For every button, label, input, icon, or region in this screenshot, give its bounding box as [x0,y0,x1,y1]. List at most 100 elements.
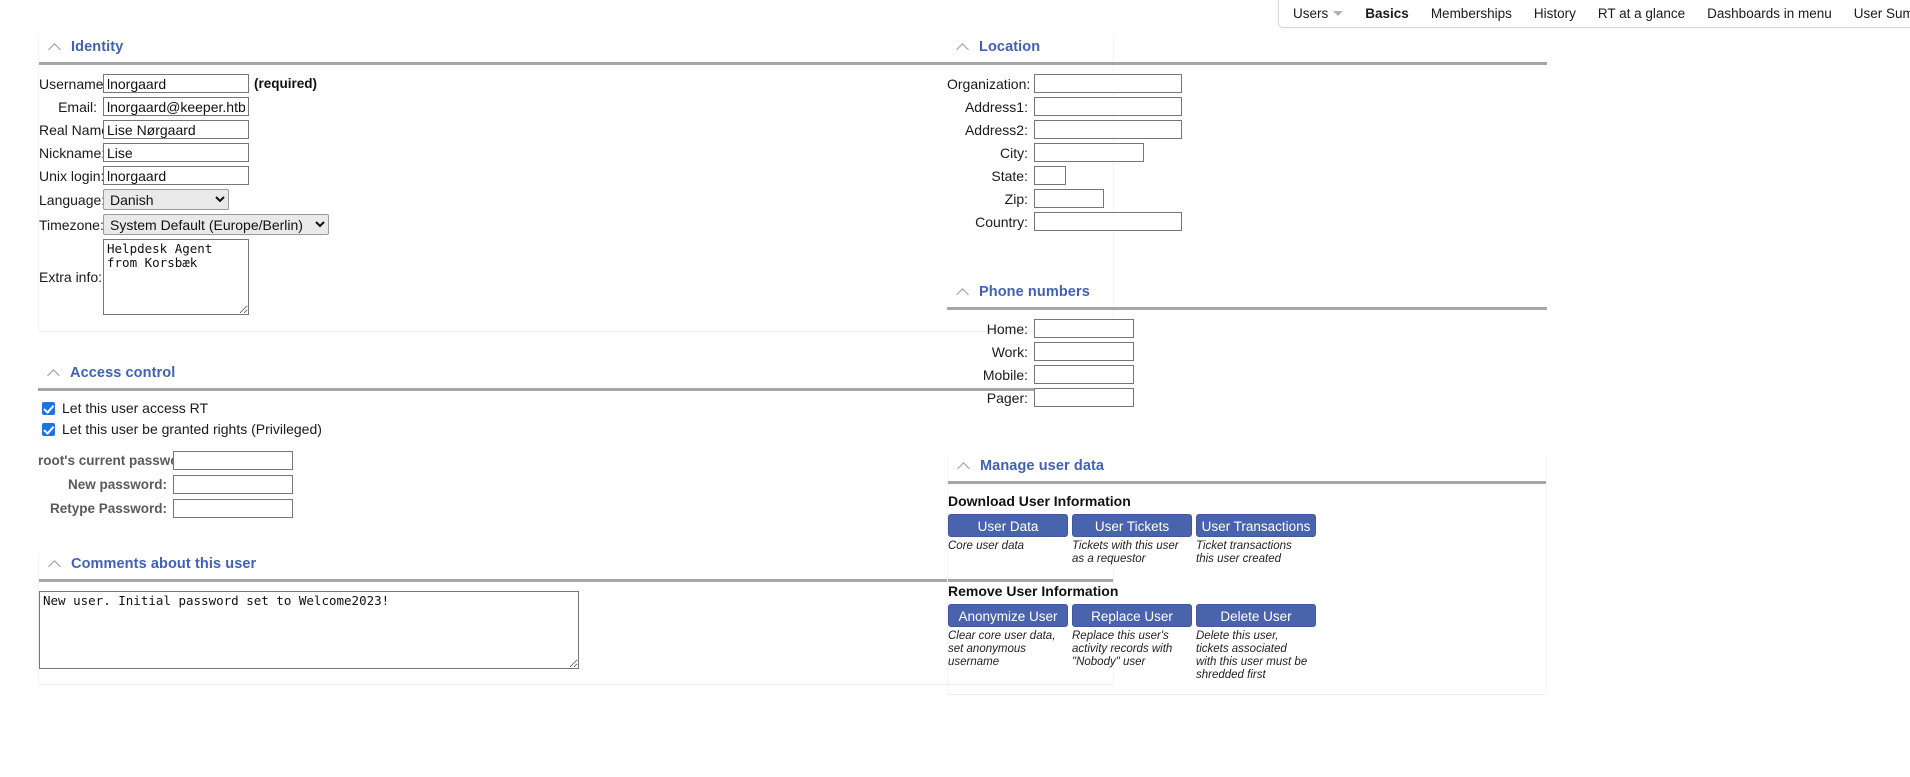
home-phone-row: Home: [947,319,1547,338]
country-input[interactable] [1034,212,1182,231]
nickname-input[interactable] [103,143,249,162]
mobile-phone-label: Mobile: [982,366,1028,383]
user-transactions-cell: User Transactions Ticket transactions th… [1196,514,1320,566]
current-password-input[interactable] [173,451,293,470]
timezone-select[interactable]: System Default (Europe/Berlin) [103,214,329,235]
zip-label: Zip: [1004,190,1028,207]
timezone-label: Timezone: [39,216,104,233]
tab-basics[interactable]: Basics [1354,6,1420,22]
work-phone-label: Work: [991,343,1028,360]
anonymize-user-cell: Anonymize User Clear core user data, set… [948,604,1072,682]
comments-textarea[interactable]: New user. Initial password set to Welcom… [39,591,579,669]
pager-phone-input[interactable] [1034,388,1134,407]
download-user-information-heading: Download User Information [948,493,1131,509]
city-row: City: [947,143,1547,162]
tab-rt-at-a-glance-label: RT at a glance [1597,6,1686,21]
address2-label: Address2: [964,121,1028,138]
manage-user-data-section-title: Manage user data [980,458,1105,474]
state-input[interactable] [1034,166,1066,185]
user-tickets-help: Tickets with this user as a requestor [1072,540,1179,565]
phone-numbers-section-header[interactable]: Phone numbers [947,281,1547,303]
delete-user-help: Delete this user, tickets associated wit… [1196,630,1308,681]
unix-login-label: Unix login: [39,167,105,184]
realname-input[interactable] [103,120,249,139]
user-transactions-help: Ticket transactions this user created [1196,540,1292,565]
user-data-help: Core user data [948,540,1025,552]
anonymize-user-button[interactable]: Anonymize User [948,604,1068,627]
nickname-label: Nickname: [39,144,106,161]
location-form: Organization: Address1: Address2: City: … [947,65,1547,231]
tab-user-summary[interactable]: User Summary [1843,6,1910,22]
zip-input[interactable] [1034,189,1104,208]
address1-input[interactable] [1034,97,1182,116]
mobile-phone-input[interactable] [1034,365,1134,384]
user-tickets-button[interactable]: User Tickets [1072,514,1192,537]
chevron-up-icon[interactable] [48,367,61,380]
user-tickets-cell: User Tickets Tickets with this user as a… [1072,514,1196,566]
username-required-note: (required) [254,76,318,91]
city-label: City: [1000,144,1028,161]
replace-user-button[interactable]: Replace User [1072,604,1192,627]
work-phone-input[interactable] [1034,342,1134,361]
tab-dashboards-in-menu-label: Dashboards in menu [1707,6,1832,21]
pager-phone-label: Pager: [986,389,1028,406]
chevron-up-icon[interactable] [957,41,970,54]
address1-label: Address1: [964,98,1028,115]
manage-user-data-section-header[interactable]: Manage user data [948,455,1546,477]
chevron-up-icon[interactable] [957,286,970,299]
city-input[interactable] [1034,143,1144,162]
download-buttons-group: User Data Core user data User Tickets Ti… [948,514,1546,566]
tab-memberships[interactable]: Memberships [1420,6,1523,22]
remove-buttons-group: Anonymize User Clear core user data, set… [948,604,1546,682]
privileged-checkbox[interactable] [42,422,55,436]
organization-input[interactable] [1034,74,1182,93]
address1-row: Address1: [947,97,1547,116]
phone-numbers-form: Home: Work: Mobile: Pager: [947,310,1547,407]
address2-input[interactable] [1034,120,1182,139]
tab-users-label: Users [1293,6,1329,21]
remove-user-information-heading: Remove User Information [948,583,1119,599]
unix-login-input[interactable] [103,166,249,185]
chevron-up-icon[interactable] [49,558,62,571]
privileged-label: Let this user be granted rights (Privile… [62,421,322,437]
language-label: Language: [39,191,106,208]
user-data-button[interactable]: User Data [948,514,1068,537]
new-password-input[interactable] [173,475,293,494]
phone-numbers-section: Phone numbers Home: Work: Mobile: Pager: [947,281,1547,407]
pager-phone-row: Pager: [947,388,1547,407]
language-select[interactable]: Danish [103,189,229,210]
location-section-header[interactable]: Location [947,36,1547,58]
chevron-up-icon[interactable] [958,460,971,473]
tab-dashboards-in-menu[interactable]: Dashboards in menu [1696,6,1843,22]
replace-user-help: Replace this user's activity records wit… [1072,630,1173,668]
access-rt-checkbox[interactable] [42,401,55,415]
comments-section-title: Comments about this user [71,556,257,572]
identity-section-title: Identity [71,39,124,55]
chevron-down-icon[interactable] [1333,10,1344,16]
extra-info-textarea[interactable]: Helpdesk Agent from Korsbæk [103,239,249,315]
tab-users[interactable]: Users [1279,6,1354,22]
location-section: Location Organization: Address1: Address… [947,36,1547,231]
anonymize-user-help: Clear core user data, set anonymous user… [948,630,1056,668]
username-input[interactable] [103,74,249,93]
email-input[interactable] [103,97,249,116]
home-phone-input[interactable] [1034,319,1134,338]
tab-history[interactable]: History [1523,6,1587,22]
delete-user-button[interactable]: Delete User [1196,604,1316,627]
tab-rt-at-a-glance[interactable]: RT at a glance [1587,6,1696,22]
email-label: Email: [58,98,97,115]
tab-history-label: History [1533,6,1576,21]
realname-label: Real Name: [39,121,113,138]
country-row: Country: [947,212,1547,231]
user-transactions-button[interactable]: User Transactions [1196,514,1316,537]
chevron-up-icon[interactable] [49,41,62,54]
address2-row: Address2: [947,120,1547,139]
tab-bar-panel: Users Basics Memberships History RT at a… [1278,0,1910,28]
retype-password-input[interactable] [173,499,293,518]
extra-info-label: Extra info: [39,269,103,285]
username-label: Username: [39,75,108,92]
mobile-phone-row: Mobile: [947,365,1547,384]
state-label: State: [991,167,1028,184]
tab-basics-label: Basics [1365,6,1409,21]
